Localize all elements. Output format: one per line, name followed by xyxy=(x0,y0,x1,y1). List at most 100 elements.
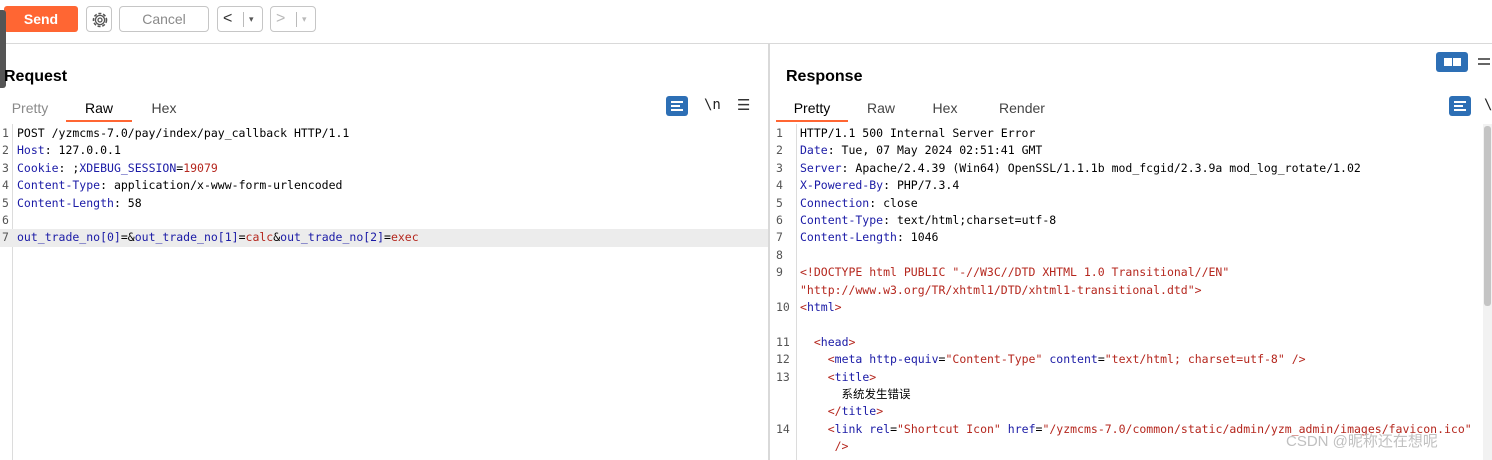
layout-toggle[interactable] xyxy=(1436,52,1492,72)
response-line[interactable]: "http://www.w3.org/TR/xhtml1/DTD/xhtml1-… xyxy=(772,282,1483,299)
request-line[interactable]: 5 Content-Length: 58 xyxy=(0,195,768,212)
response-token: Connection xyxy=(800,195,870,210)
request-token: Content-Length xyxy=(17,195,114,210)
request-line[interactable]: 4 Content-Type: application/x-www-form-ur… xyxy=(0,177,768,194)
response-line-code: Content-Type: text/html;charset=utf-8 xyxy=(800,212,1056,229)
response-line[interactable]: 4 X-Powered-By: PHP/7.3.4 xyxy=(772,177,1483,194)
response-line[interactable]: 1 HTTP/1.1 500 Internal Server Error xyxy=(772,125,1483,142)
response-line[interactable]: 2 Date: Tue, 07 May 2024 02:51:41 GMT xyxy=(772,142,1483,159)
response-token: link xyxy=(834,421,863,436)
forward-button[interactable]: > ▾ xyxy=(270,6,316,32)
forward-separator xyxy=(296,12,297,27)
response-token: > xyxy=(834,300,842,314)
panel-divider[interactable] xyxy=(768,44,770,460)
response-line[interactable]: 13 <title> xyxy=(772,369,1483,386)
response-line-number: 14 xyxy=(776,421,790,436)
response-line[interactable]: 5 Connection: close xyxy=(772,195,1483,212)
request-token: Content-Type xyxy=(17,178,101,193)
response-line-code: Server: Apache/2.4.39 (Win64) OpenSSL/1.… xyxy=(800,160,1361,177)
response-token: content xyxy=(1049,352,1098,367)
request-editor[interactable]: 1 POST /yzmcms-7.0/pay/index/pay_callback… xyxy=(0,124,768,460)
request-line[interactable]: 1 POST /yzmcms-7.0/pay/index/pay_callback… xyxy=(0,125,768,142)
response-line[interactable]: 12 <meta http-equiv = "Content-Type" conte… xyxy=(772,351,1483,368)
request-token: : 58 xyxy=(113,195,142,210)
tab-request-raw[interactable]: Raw xyxy=(66,96,132,122)
response-token: > xyxy=(869,369,877,384)
response-token: href xyxy=(1007,421,1036,436)
response-token xyxy=(1285,352,1292,366)
response-line[interactable]: 8 xyxy=(772,247,1483,264)
response-line[interactable]: 6 Content-Type: text/html;charset=utf-8 xyxy=(772,212,1483,229)
response-line[interactable]: 7 Content-Length: 1046 xyxy=(772,229,1483,246)
response-line-code: Connection: close xyxy=(800,195,918,212)
cancel-button[interactable]: Cancel xyxy=(119,6,209,32)
response-wrap-lines-icon[interactable] xyxy=(1449,96,1471,116)
send-button[interactable]: Send xyxy=(4,6,78,32)
response-scrollbar[interactable] xyxy=(1483,124,1492,460)
response-line-number: 4 xyxy=(776,178,783,193)
request-token: out_trade_no[0] xyxy=(17,230,121,245)
response-line-code: <html> xyxy=(800,299,842,316)
response-show-newlines-icon[interactable]: \ xyxy=(1484,97,1492,113)
response-line-code: <head> xyxy=(800,334,856,351)
settings-button[interactable] xyxy=(86,6,112,32)
request-line[interactable]: 2 Host: 127.0.0.1 xyxy=(0,142,768,159)
response-line[interactable]: 9 <!DOCTYPE html PUBLIC "-//W3C//DTD XHTM… xyxy=(772,264,1483,281)
response-line[interactable]: 3 Server: Apache/2.4.39 (Win64) OpenSSL/1… xyxy=(772,160,1483,177)
response-token: < xyxy=(827,369,835,384)
request-line[interactable]: 7 out_trade_no[0]=&out_trade_no[1]=calc&o… xyxy=(0,229,768,247)
response-token: <!DOCTYPE html PUBLIC "-//W3C//DTD XHTML… xyxy=(800,265,1230,280)
request-token: Cookie xyxy=(17,160,59,175)
response-token: HTTP/1.1 500 Internal Server Error xyxy=(800,126,1036,140)
request-menu-icon[interactable]: ☰ xyxy=(737,96,750,114)
request-wrap-lines-icon[interactable] xyxy=(666,96,688,116)
tab-request-hex[interactable]: Hex xyxy=(138,96,190,122)
request-show-newlines-icon[interactable]: \n xyxy=(704,97,721,113)
response-line-code: Date: Tue, 07 May 2024 02:51:41 GMT xyxy=(800,142,1042,159)
response-line[interactable]: 系统发生错误 xyxy=(772,386,1483,403)
stacked-layout-icon[interactable] xyxy=(1474,56,1492,68)
forward-history-dropdown-icon[interactable]: ▾ xyxy=(302,14,307,25)
response-line-code: HTTP/1.1 500 Internal Server Error xyxy=(800,125,1035,142)
response-scrollbar-thumb[interactable] xyxy=(1484,126,1491,306)
response-line-code: <meta http-equiv="Content-Type" content=… xyxy=(800,351,1306,368)
tab-response-render[interactable]: Render xyxy=(990,96,1054,122)
side-by-side-layout-icon[interactable] xyxy=(1436,52,1468,72)
response-token: rel xyxy=(869,421,891,436)
request-line-number: 4 xyxy=(2,178,9,193)
request-line-number: 3 xyxy=(2,160,9,175)
response-line-code: </title> xyxy=(800,403,883,420)
tab-response-raw[interactable]: Raw xyxy=(858,96,904,122)
request-line[interactable]: 3 Cookie: ;XDEBUG_SESSION=19079 xyxy=(0,160,768,177)
response-token xyxy=(800,404,828,418)
back-history-dropdown-icon[interactable]: ▾ xyxy=(249,14,254,25)
response-token xyxy=(1001,422,1008,436)
request-token: Host xyxy=(17,143,45,158)
request-token: out_trade_no[1] xyxy=(134,230,239,245)
toolbar: Send Cancel < ▾ > ▾ xyxy=(0,0,1492,44)
response-token: < xyxy=(813,334,821,349)
response-line[interactable]: </title> xyxy=(772,403,1483,420)
response-line[interactable]: 10 <html> xyxy=(772,299,1483,316)
request-line-code: Cookie: ;XDEBUG_SESSION=19079 xyxy=(17,160,218,177)
request-token: exec xyxy=(390,230,419,245)
request-token: : ; xyxy=(58,160,80,175)
request-line-code: POST /yzmcms-7.0/pay/index/pay_callback … xyxy=(17,125,349,142)
response-line[interactable] xyxy=(772,316,1483,333)
request-line[interactable]: 6 xyxy=(0,212,768,229)
response-token: > xyxy=(876,404,884,419)
tab-request-pretty[interactable]: Pretty xyxy=(0,96,60,122)
request-token: = xyxy=(238,230,246,245)
back-button[interactable]: < ▾ xyxy=(217,6,263,32)
response-line[interactable]: 11 <head> xyxy=(772,334,1483,351)
response-token: Date xyxy=(800,143,828,158)
request-token: = xyxy=(384,230,391,245)
tab-response-hex[interactable]: Hex xyxy=(922,96,968,122)
response-token: = xyxy=(1097,352,1105,367)
response-line-number: 8 xyxy=(776,247,783,262)
request-token: XDEBUG_SESSION xyxy=(79,160,177,175)
response-line-number: 2 xyxy=(776,143,783,158)
response-token: : PHP/7.3.4 xyxy=(883,178,960,193)
tab-response-pretty[interactable]: Pretty xyxy=(776,96,848,122)
response-editor[interactable]: 1 HTTP/1.1 500 Internal Server Error 2 Date… xyxy=(772,124,1483,460)
